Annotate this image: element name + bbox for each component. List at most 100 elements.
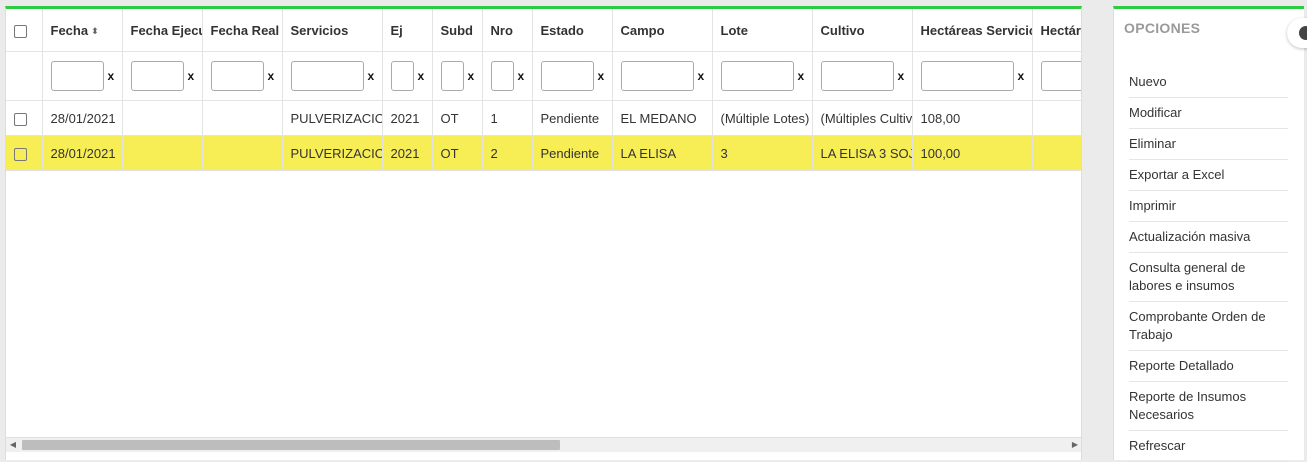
cell-ej: 2021: [382, 135, 433, 171]
option-item[interactable]: Reporte de Insumos Necesarios: [1129, 382, 1288, 431]
filter-input-cultivo[interactable]: [820, 61, 894, 91]
filter-clear-button[interactable]: x: [898, 69, 905, 83]
cell-cultivo: LA ELISA 3 SOJA: [812, 135, 913, 171]
column-header-campo[interactable]: Campo: [612, 9, 713, 52]
column-header-label: Fecha: [50, 22, 89, 38]
select-all-checkbox[interactable]: [14, 24, 27, 38]
filter-clear-button[interactable]: x: [188, 69, 195, 83]
cell-fecha-real: [202, 100, 283, 136]
filter-clear-button[interactable]: x: [518, 69, 525, 83]
filter-input-fecha-real[interactable]: [210, 61, 264, 91]
column-header-ej[interactable]: Ej: [382, 9, 433, 52]
column-header-label: Hectáreas Servicio: [920, 22, 1032, 38]
cell-ej: 2021: [382, 100, 433, 136]
filter-row: xxxxxxxxxxxxx: [6, 51, 1081, 101]
user-icon: [1299, 26, 1307, 40]
filter-input-fecha-ejec[interactable]: [130, 61, 184, 91]
filter-input-campo[interactable]: [620, 61, 694, 91]
column-header-label: Estado: [540, 22, 584, 38]
column-header-label: Fecha Ejecución: [130, 22, 202, 38]
filter-cell: x: [912, 51, 1033, 101]
column-header-fecha-ejec[interactable]: Fecha Ejecución: [122, 9, 203, 52]
filter-input-hectareas-serv[interactable]: [920, 61, 1014, 91]
row-select-cell[interactable]: [6, 100, 43, 136]
column-header-estado[interactable]: Estado: [532, 9, 613, 52]
filter-input-estado[interactable]: [540, 61, 594, 91]
filter-cell: x: [612, 51, 713, 101]
filter-input-subd[interactable]: [440, 61, 464, 91]
option-item[interactable]: Eliminar: [1129, 129, 1288, 160]
row-select-cell[interactable]: [6, 135, 43, 171]
scrollbar-thumb[interactable]: [22, 440, 560, 450]
filter-cell: x: [202, 51, 283, 101]
option-item[interactable]: Refrescar: [1129, 431, 1288, 462]
cell-campo: EL MEDANO: [612, 100, 713, 136]
filter-cell: x: [532, 51, 613, 101]
filter-clear-button[interactable]: x: [418, 69, 425, 83]
cell-subd: OT: [432, 100, 483, 136]
row-checkbox[interactable]: [14, 147, 27, 161]
filter-cell: x: [42, 51, 123, 101]
column-header-fecha-real[interactable]: Fecha Real: [202, 9, 283, 52]
option-item[interactable]: Consulta general de labores e insumos: [1129, 253, 1288, 302]
filter-cell: x: [122, 51, 203, 101]
filter-clear-button[interactable]: x: [108, 69, 115, 83]
filter-cell: x: [1032, 51, 1081, 101]
cell-lote: (Múltiple Lotes): [712, 100, 813, 136]
filter-cell: x: [812, 51, 913, 101]
column-header-label: Nro: [490, 22, 513, 38]
column-header-fecha[interactable]: Fecha ⬍: [42, 9, 123, 52]
filter-input-fecha[interactable]: [50, 61, 104, 91]
column-header-label: Lote: [720, 22, 748, 38]
cell-fecha-ejec: [122, 100, 203, 136]
filter-cell: x: [482, 51, 533, 101]
table-row[interactable]: 28/01/2021 PULVERIZACION2021OT1PendienteE…: [6, 100, 1081, 136]
column-header-label: Servicios: [290, 22, 349, 38]
options-title: OPCIONES: [1124, 20, 1201, 36]
scroll-right-icon[interactable]: ▶: [1068, 438, 1081, 452]
filter-input-ej[interactable]: [390, 61, 414, 91]
option-item[interactable]: Modificar: [1129, 98, 1288, 129]
option-item[interactable]: Actualización masiva: [1129, 222, 1288, 253]
column-header-lote[interactable]: Lote: [712, 9, 813, 52]
table-row[interactable]: 28/01/2021PULVERIZACION2021OT2PendienteL…: [6, 135, 1081, 171]
cell-fecha-real: [202, 135, 283, 171]
row-checkbox[interactable]: [14, 112, 27, 126]
cell-hectareas-serv: 108,00: [912, 100, 1033, 136]
filter-clear-button[interactable]: x: [1018, 69, 1025, 83]
scroll-left-icon[interactable]: ◀: [6, 438, 20, 452]
filter-clear-button[interactable]: x: [698, 69, 705, 83]
column-header-hectareas-serv[interactable]: Hectáreas Servicio: [912, 9, 1033, 52]
horizontal-scrollbar[interactable]: ◀ ▶: [6, 437, 1081, 452]
option-item[interactable]: Imprimir: [1129, 191, 1288, 222]
option-item[interactable]: Exportar a Excel: [1129, 160, 1288, 191]
column-header-check[interactable]: [6, 9, 43, 52]
filter-input-servicios[interactable]: [290, 61, 364, 91]
filter-cell: x: [282, 51, 383, 101]
filter-cell: x: [382, 51, 433, 101]
column-header-hectareas[interactable]: Hectáreas: [1032, 9, 1081, 52]
filter-clear-button[interactable]: x: [268, 69, 275, 83]
column-header-nro[interactable]: Nro: [482, 9, 533, 52]
grid-panel: Fecha⬍ Fecha Ejecución Fecha Real Servicios…: [5, 6, 1082, 460]
sort-icon[interactable]: ⬍: [91, 26, 99, 36]
option-item[interactable]: Comprobante Orden de Trabajo: [1129, 302, 1288, 351]
column-header-label: Campo: [620, 22, 665, 38]
filter-clear-button[interactable]: x: [798, 69, 805, 83]
filter-clear-button[interactable]: x: [368, 69, 375, 83]
column-header-label: Fecha Real: [210, 22, 280, 38]
cell-servicios: PULVERIZACION: [282, 135, 383, 171]
filter-clear-button[interactable]: x: [598, 69, 605, 83]
column-header-servicios[interactable]: Servicios: [282, 9, 383, 52]
cell-lote: 3: [712, 135, 813, 171]
filter-input-hectareas[interactable]: [1040, 61, 1081, 91]
column-header-subd[interactable]: Subd: [432, 9, 483, 52]
filter-input-lote[interactable]: [720, 61, 794, 91]
filter-input-nro[interactable]: [490, 61, 514, 91]
cell-hectareas: [1032, 135, 1081, 171]
option-item[interactable]: Reporte Detallado: [1129, 351, 1288, 382]
options-list: Nuevo Modificar Eliminar Exportar a Excel Im…: [1129, 67, 1288, 462]
filter-clear-button[interactable]: x: [468, 69, 475, 83]
column-header-cultivo[interactable]: Cultivo: [812, 9, 913, 52]
option-item[interactable]: Nuevo: [1129, 67, 1288, 98]
